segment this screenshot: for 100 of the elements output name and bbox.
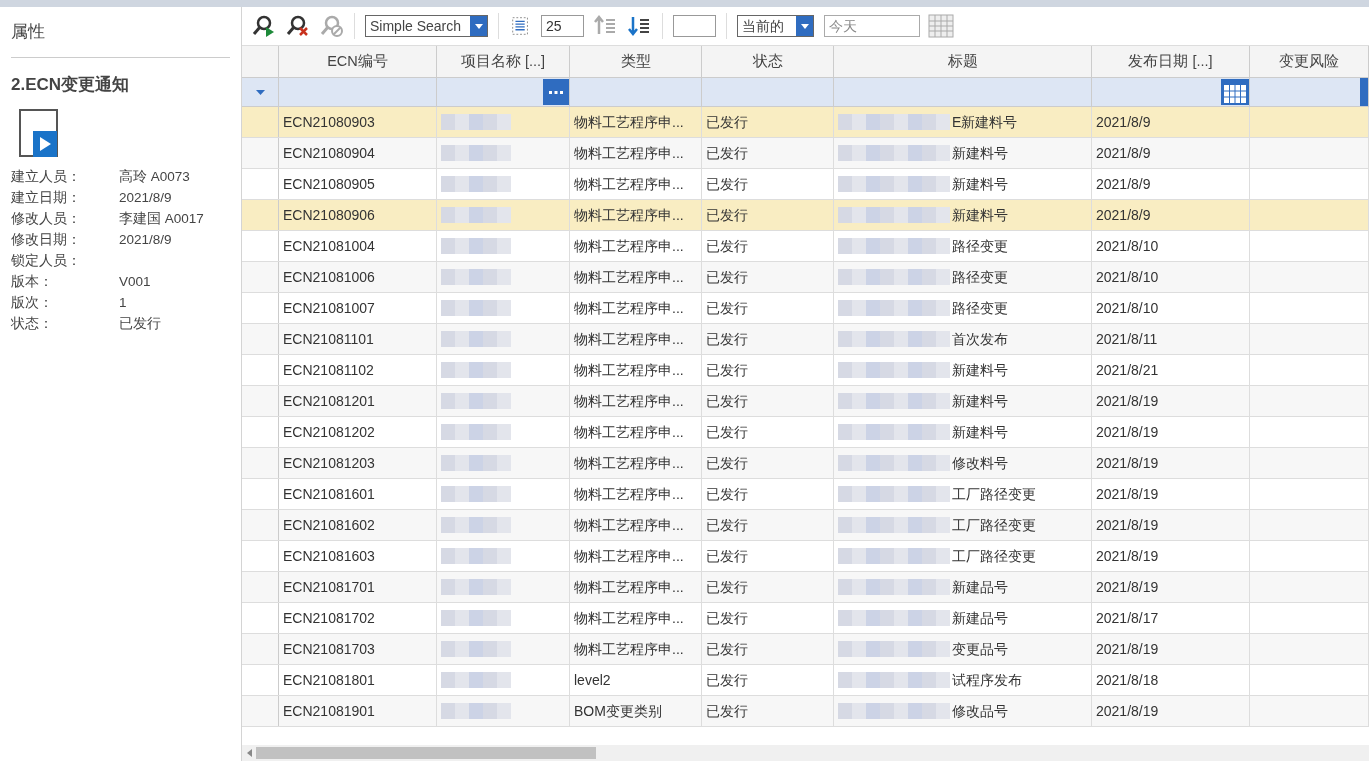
table-cell-text: 2021/8/19 xyxy=(1096,701,1159,721)
table-cell-text: 已发行 xyxy=(706,236,748,256)
table-cell-text: 已发行 xyxy=(706,577,748,597)
table-cell-text: 物料工艺程序申... xyxy=(574,236,684,256)
table-cell-text: 2021/8/9 xyxy=(1096,112,1151,132)
table-cell-text: ECN21081901 xyxy=(283,701,375,721)
table-cell-text: ECN21081203 xyxy=(283,453,375,473)
table-row[interactable]: ECN21081102 物料工艺程序申... 已发行 新建料号 2021/8/21 xyxy=(242,355,1369,386)
column-header[interactable]: 标题 xyxy=(834,46,1092,77)
property-value: 2021/8/9 xyxy=(119,189,172,208)
property-label: 建立人员： xyxy=(11,168,82,187)
table-cell-text: 已发行 xyxy=(706,360,748,380)
table-cell-text: 已发行 xyxy=(706,484,748,504)
table-row[interactable]: ECN21081701 物料工艺程序申... 已发行 新建品号 2021/8/19 xyxy=(242,572,1369,603)
table-cell-text: 工厂路径变更 xyxy=(952,546,1036,566)
table-row[interactable]: ECN21081004 物料工艺程序申... 已发行 路径变更 2021/8/10 xyxy=(242,231,1369,262)
table-cell-text: 已发行 xyxy=(706,670,748,690)
table-cell-text: ECN21081801 xyxy=(283,670,375,690)
table-cell-text: 新建料号 xyxy=(952,391,1008,411)
table-cell-text: 工厂路径变更 xyxy=(952,515,1036,535)
table-cell-text: ECN21081702 xyxy=(283,608,375,628)
page-size-field[interactable]: 25 xyxy=(541,15,584,37)
table-row[interactable]: ECN21081703 物料工艺程序申... 已发行 变更品号 2021/8/19 xyxy=(242,634,1369,665)
table-row[interactable]: ECN21081901 BOM变更类别 已发行 修改品号 2021/8/19 xyxy=(242,696,1369,727)
column-header[interactable]: 项目名称 [...] xyxy=(437,46,570,77)
table-cell-text: 物料工艺程序申... xyxy=(574,298,684,318)
document-title: 2.ECN变更通知 xyxy=(11,73,131,96)
property-value: V001 xyxy=(119,273,151,292)
table-cell-text: 2021/8/21 xyxy=(1096,360,1159,380)
table-cell-text: 物料工艺程序申... xyxy=(574,453,684,473)
table-row[interactable]: ECN21081101 物料工艺程序申... 已发行 首次发布 2021/8/11 xyxy=(242,324,1369,355)
table-cell-text: 已发行 xyxy=(706,391,748,411)
table-cell-text: 物料工艺程序申... xyxy=(574,391,684,411)
table-cell-text: ECN21081601 xyxy=(283,484,375,504)
table-cell-text: 修改品号 xyxy=(952,701,1008,721)
property-label: 状态： xyxy=(11,315,54,334)
table-row[interactable]: ECN21081202 物料工艺程序申... 已发行 新建料号 2021/8/19 xyxy=(242,417,1369,448)
table-cell-text: 路径变更 xyxy=(952,298,1008,318)
scope-dropdown[interactable]: 当前的 xyxy=(737,15,814,37)
property-value: 已发行 xyxy=(119,315,161,334)
table-cell-text: 2021/8/10 xyxy=(1096,236,1159,256)
table-cell-text: ECN21080903 xyxy=(283,112,375,132)
table-cell-text: 2021/8/19 xyxy=(1096,639,1159,659)
table-cell-text: BOM变更类别 xyxy=(574,701,662,721)
table-cell-text: 修改料号 xyxy=(952,453,1008,473)
table-cell-text: 已发行 xyxy=(706,329,748,349)
table-cell-text: ECN21081202 xyxy=(283,422,375,442)
property-label: 版次： xyxy=(11,294,54,313)
search-mode-dropdown[interactable]: Simple Search xyxy=(365,15,488,37)
table-cell-text: 物料工艺程序申... xyxy=(574,484,684,504)
table-cell-text: 路径变更 xyxy=(952,236,1008,256)
table-row[interactable]: ECN21080904 物料工艺程序申... 已发行 新建料号 2021/8/9 xyxy=(242,138,1369,169)
table-cell-text: 已发行 xyxy=(706,174,748,194)
table-cell-text: 2021/8/10 xyxy=(1096,298,1159,318)
property-label: 建立日期： xyxy=(11,189,82,208)
property-value: 1 xyxy=(119,294,127,313)
column-header[interactable]: 状态 xyxy=(702,46,834,77)
table-cell-text: 物料工艺程序申... xyxy=(574,205,684,225)
table-cell-text: 2021/8/9 xyxy=(1096,174,1151,194)
table-cell-text: 物料工艺程序申... xyxy=(574,639,684,659)
table-row[interactable]: ECN21081601 物料工艺程序申... 已发行 工厂路径变更 2021/8/19 xyxy=(242,479,1369,510)
table-cell-text: 新建品号 xyxy=(952,608,1008,628)
table-cell-text: ECN21080906 xyxy=(283,205,375,225)
column-header[interactable]: ECN编号 xyxy=(279,46,437,77)
column-header[interactable]: 类型 xyxy=(570,46,702,77)
table-cell-text: 2021/8/19 xyxy=(1096,577,1159,597)
date-field[interactable]: 今天 xyxy=(824,15,920,37)
table-row[interactable]: ECN21081603 物料工艺程序申... 已发行 工厂路径变更 2021/8/19 xyxy=(242,541,1369,572)
table-cell-text: 2021/8/19 xyxy=(1096,453,1159,473)
table-row[interactable]: ECN21081007 物料工艺程序申... 已发行 路径变更 2021/8/10 xyxy=(242,293,1369,324)
property-label: 锁定人员： xyxy=(11,252,82,271)
table-cell-text: 2021/8/19 xyxy=(1096,515,1159,535)
table-cell-text: 2021/8/19 xyxy=(1096,391,1159,411)
table-cell-text: ECN21081004 xyxy=(283,236,375,256)
table-cell-text: 已发行 xyxy=(706,143,748,163)
table-row[interactable]: ECN21081801 level2 已发行 试程序发布 2021/8/18 xyxy=(242,665,1369,696)
table-cell-text: ECN21081201 xyxy=(283,391,375,411)
table-cell-text: ECN21081007 xyxy=(283,298,375,318)
table-row[interactable]: ECN21081201 物料工艺程序申... 已发行 新建料号 2021/8/19 xyxy=(242,386,1369,417)
table-row[interactable]: ECN21081702 物料工艺程序申... 已发行 新建品号 2021/8/17 xyxy=(242,603,1369,634)
column-header[interactable]: 变更风险 xyxy=(1250,46,1369,77)
table-cell-text: 物料工艺程序申... xyxy=(574,112,684,132)
table-cell-text: 物料工艺程序申... xyxy=(574,267,684,287)
table-cell-text: 物料工艺程序申... xyxy=(574,360,684,380)
column-header[interactable]: 发布日期 [...] xyxy=(1092,46,1250,77)
table-row[interactable]: ECN21081006 物料工艺程序申... 已发行 路径变更 2021/8/10 xyxy=(242,262,1369,293)
table-cell-text: 试程序发布 xyxy=(952,670,1022,690)
table-cell-text: 2021/8/9 xyxy=(1096,143,1151,163)
panel-heading: 属性 xyxy=(11,19,230,58)
table-cell-text: 2021/8/10 xyxy=(1096,267,1159,287)
table-row[interactable]: ECN21080903 物料工艺程序申... 已发行 E新建料号 2021/8/9 xyxy=(242,107,1369,138)
table-cell-text: 2021/8/9 xyxy=(1096,205,1151,225)
table-cell-text: 新建品号 xyxy=(952,577,1008,597)
table-row[interactable]: ECN21080906 物料工艺程序申... 已发行 新建料号 2021/8/9 xyxy=(242,200,1369,231)
table-cell-text: ECN21081006 xyxy=(283,267,375,287)
table-row[interactable]: ECN21081203 物料工艺程序申... 已发行 修改料号 2021/8/19 xyxy=(242,448,1369,479)
table-cell-text: 已发行 xyxy=(706,453,748,473)
table-row[interactable]: ECN21080905 物料工艺程序申... 已发行 新建料号 2021/8/9 xyxy=(242,169,1369,200)
table-cell-text: 已发行 xyxy=(706,205,748,225)
table-row[interactable]: ECN21081602 物料工艺程序申... 已发行 工厂路径变更 2021/8/19 xyxy=(242,510,1369,541)
